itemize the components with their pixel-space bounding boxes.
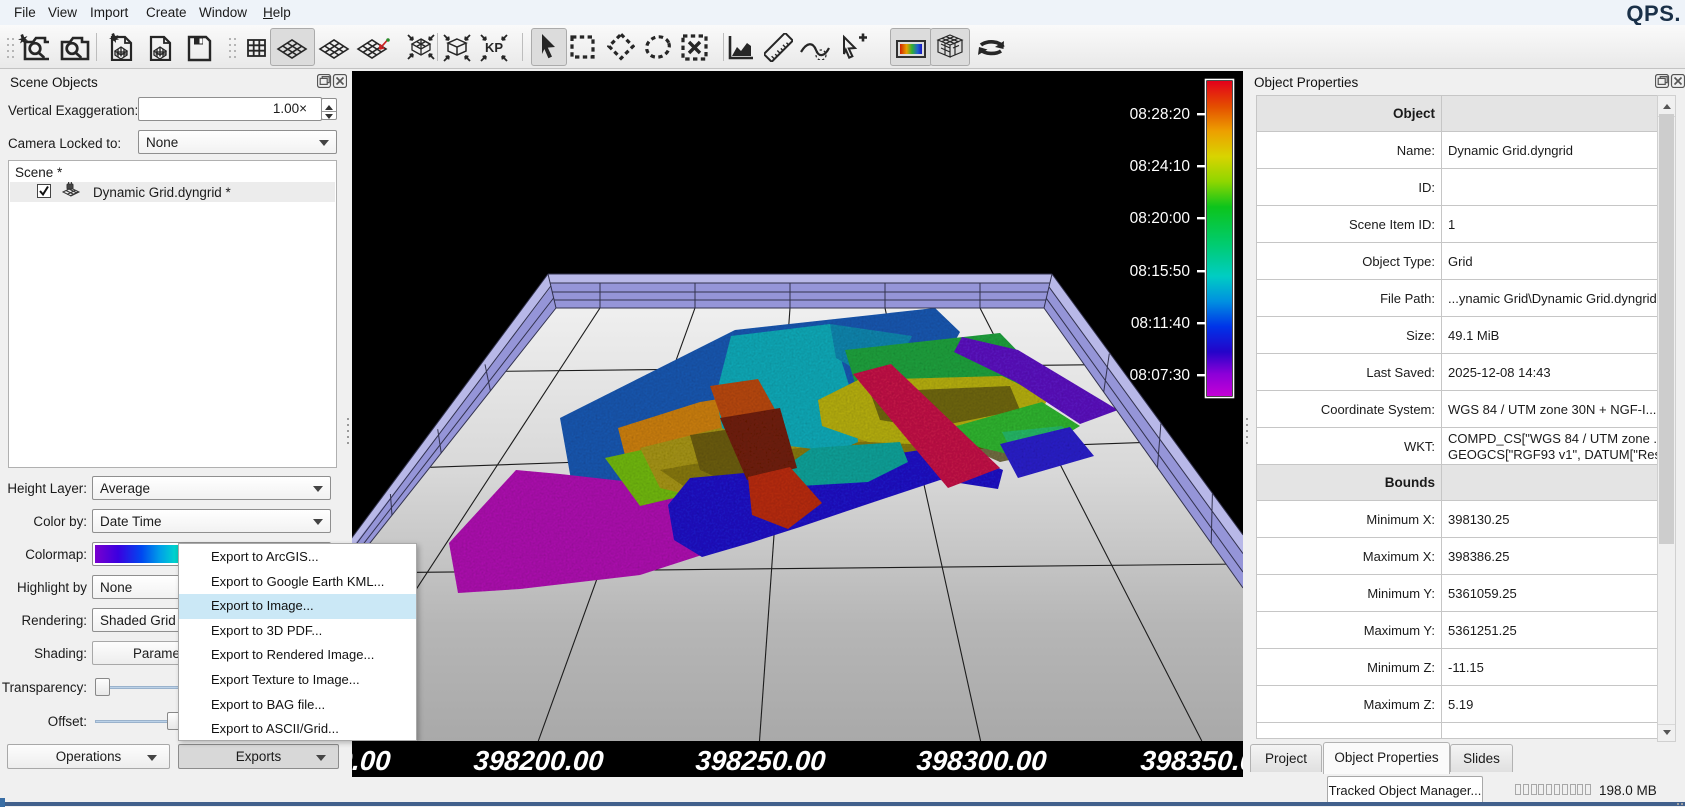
svg-text:08:07:30: 08:07:30 [1130, 367, 1191, 384]
svg-text:398200.00: 398200.00 [473, 745, 606, 776]
svg-text:398300.00: 398300.00 [916, 745, 1049, 776]
svg-text:KP: KP [485, 40, 503, 55]
svg-text:08:15:50: 08:15:50 [1130, 263, 1191, 280]
svg-text:08:20:00: 08:20:00 [1130, 210, 1191, 227]
svg-text:08:11:40: 08:11:40 [1131, 315, 1191, 332]
svg-text:398350.00: 398350.00 [1140, 745, 1243, 776]
svg-text:08:24:10: 08:24:10 [1130, 158, 1191, 175]
svg-text:398250.00: 398250.00 [695, 745, 828, 776]
svg-text:08:28:20: 08:28:20 [1130, 106, 1191, 123]
svg-text:398150.00: 398150.00 [352, 745, 392, 776]
